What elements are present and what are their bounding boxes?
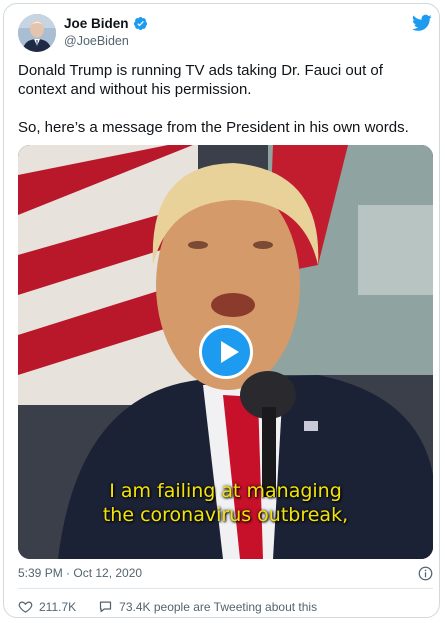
divider [18, 588, 433, 589]
tweet-timestamp[interactable]: 5:39 PM · Oct 12, 2020 [18, 566, 142, 580]
display-name[interactable]: Joe Biden [64, 16, 129, 31]
like-button[interactable]: 211.7K [18, 599, 76, 614]
twitter-bird-icon[interactable] [412, 14, 432, 32]
video-player[interactable]: I am failing at managing the coronavirus… [18, 145, 433, 559]
caption-line: the coronavirus outbreak, [102, 504, 349, 526]
tweet-paragraph: Donald Trump is running TV ads taking Dr… [18, 62, 383, 98]
play-button[interactable] [199, 325, 253, 379]
video-caption: I am failing at managing the coronavirus… [18, 479, 433, 527]
avatar[interactable] [18, 14, 56, 52]
author-name-row[interactable]: Joe Biden [64, 16, 148, 31]
tweet-card[interactable]: Joe Biden @JoeBiden Donald Trump is runn… [3, 3, 440, 618]
author-handle[interactable]: @JoeBiden [64, 34, 129, 48]
tweeting-about-text: 73.4K people are Tweeting about this [119, 599, 318, 614]
like-count: 211.7K [39, 599, 77, 614]
tweet-paragraph: So, here’s a message from the President … [18, 119, 409, 136]
tweet-actions: 211.7K 73.4K people are Tweeting about t… [18, 599, 339, 614]
heart-icon [18, 601, 33, 613]
caption-line: I am failing at managing [109, 480, 342, 502]
tweet-text: Donald Trump is running TV ads taking Dr… [18, 61, 428, 137]
info-icon[interactable] [418, 566, 433, 581]
verified-badge-icon [133, 16, 147, 31]
conversation-button[interactable]: 73.4K people are Tweeting about this [98, 599, 317, 614]
speech-bubble-icon [100, 601, 112, 613]
